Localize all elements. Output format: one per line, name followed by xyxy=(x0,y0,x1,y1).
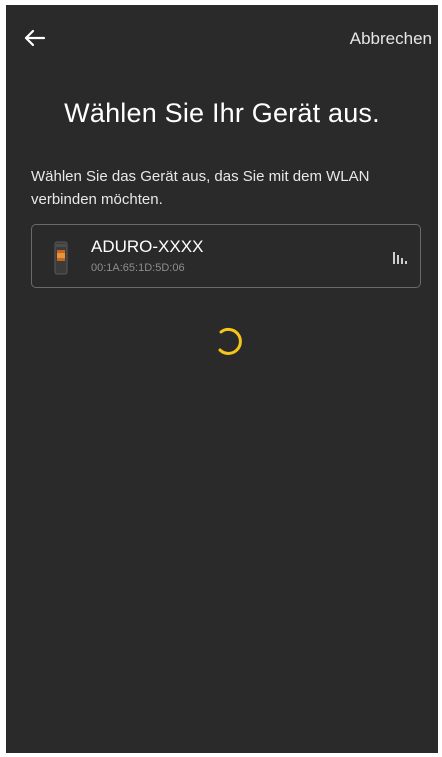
top-bar: Abbrechen xyxy=(6,5,438,69)
signal-strength-icon xyxy=(392,250,408,264)
device-list-item[interactable]: ADURO-XXXX 00:1A:65:1D:5D:06 xyxy=(31,224,421,288)
loading-spinner-icon xyxy=(212,324,246,358)
back-button[interactable] xyxy=(20,23,50,53)
stove-icon xyxy=(54,241,68,275)
cancel-button[interactable]: Abbrechen xyxy=(350,29,432,49)
page-title: Wählen Sie Ihr Gerät aus. xyxy=(64,98,380,128)
device-name: ADURO-XXXX xyxy=(91,237,204,256)
device-mac-address: 00:1A:65:1D:5D:06 xyxy=(91,262,185,274)
arrow-left-icon xyxy=(24,29,46,47)
screen: Abbrechen Wählen Sie Ihr Gerät aus. Wähl… xyxy=(6,5,438,753)
page-subtitle: Wählen Sie das Gerät aus, das Sie mit de… xyxy=(31,168,370,208)
